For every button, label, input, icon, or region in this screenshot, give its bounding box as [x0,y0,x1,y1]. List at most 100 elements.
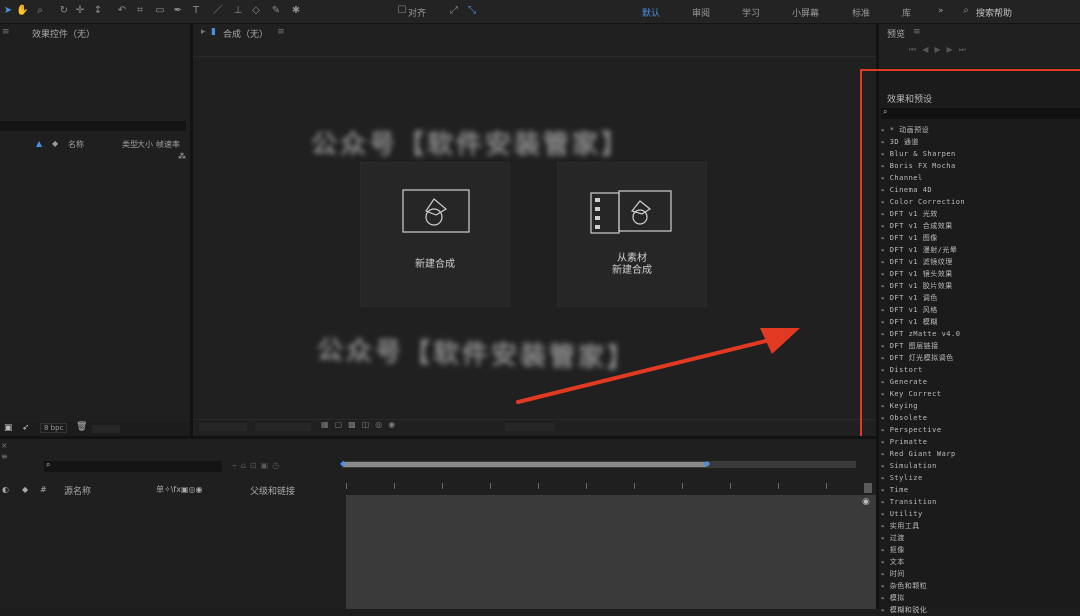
ruler-tick [634,483,635,489]
project-search-input[interactable] [0,121,186,131]
transparency-icon[interactable]: ▩ [348,420,356,429]
workspace-more[interactable]: » [938,6,944,16]
ruler-tick [682,483,683,489]
snap-checkbox-icon[interactable]: ☐ [396,5,408,17]
type-tool-icon[interactable]: T [190,5,202,17]
column-source-name[interactable]: 源名称 [64,484,91,497]
snapshot-icon[interactable]: ◎ [375,420,382,429]
project-panel: ≡ 效果控件（无） ▲ ◆ 名称 类型 大小 帧速率 ⁂ ▣ ➶ 8 bpc 🗑 [0,24,190,436]
ruler-tick [394,483,395,489]
snap-option-icon[interactable]: ⤢ [448,5,460,17]
bpc-button[interactable]: 8 bpc [40,423,68,433]
column-size[interactable]: 大小 [137,139,153,150]
zoom-tool-icon[interactable]: ⌕ [34,5,46,17]
column-parent-link[interactable]: 父级和链接 [250,484,295,497]
dolly-tool-icon[interactable]: ↕ [92,5,104,17]
annotation-arrow [516,328,800,404]
anchor-tool-icon[interactable]: ⌗ [134,5,146,17]
playback-controls[interactable]: ⏮◀▶▶⏭ [909,45,972,55]
puppet-tool-icon[interactable]: ✱ [290,5,302,17]
workspace-small-screen[interactable]: 小屏幕 [792,6,819,19]
work-area-bar[interactable]: ◆ ◆ [340,459,856,468]
clone-tool-icon[interactable]: ⊥ [232,5,244,17]
ruler-tick [538,483,539,489]
timeline-search-input[interactable]: ⌕ [44,460,222,472]
eraser-tool-icon[interactable]: ◇ [250,5,262,17]
snap-label: 对齐 [408,9,427,19]
pen-tool-icon[interactable]: ✒ [172,5,184,17]
ruler-tick [778,483,779,489]
footer-slider[interactable] [92,425,120,433]
viewer-buttons: ▦ ▢ ▩ ◫ ◎ ◉ [321,420,401,429]
rotate-tool-icon[interactable]: ↶ [116,5,128,17]
pan-tool-icon[interactable]: ✛ [74,5,86,17]
timeline-close-icon[interactable]: × [1,441,8,450]
magnification-dropdown[interactable] [199,423,247,431]
workspace-review[interactable]: 审阅 [692,6,710,19]
comp-viewer-top-border [193,56,876,57]
preview-tab[interactable]: 预览 [887,27,905,40]
time-ruler[interactable] [346,479,856,493]
delete-icon[interactable]: 🗑 [76,422,87,432]
mask-icon[interactable]: ▢ [335,420,343,429]
project-footer: ▣ ➶ 8 bpc 🗑 [0,422,190,436]
label-tag-icon: ◆ [52,139,59,148]
column-frame-rate[interactable]: 帧速率 [156,139,180,150]
workspace-default[interactable]: 默认 [642,6,660,19]
column-name[interactable]: 名称 [68,139,84,150]
ruler-tick [586,483,587,489]
roto-brush-icon[interactable]: ✎ [270,5,282,17]
ruler-tick [490,483,491,489]
search-help-field[interactable]: 搜索帮助 [976,6,1012,19]
work-area-range[interactable] [344,462,706,467]
av-switch-icon[interactable]: ◐ [2,485,9,494]
panel-menu-icon[interactable]: ≡ [2,27,10,37]
orbit-tool-icon[interactable]: ↻ [58,5,70,17]
comp-panel-menu-icon[interactable]: ≡ [277,27,285,37]
timeline-timecode-area[interactable]: ≡ [1,452,8,461]
selection-tool-icon[interactable]: ➤ [2,5,14,17]
view-dropdown[interactable] [505,423,555,431]
comp-lock-icon[interactable]: ▸ [201,27,206,37]
from-footage-label-line2: 新建合成 [612,265,652,276]
column-type[interactable]: 类型 [122,139,138,150]
new-folder-icon[interactable]: ➶ [22,423,30,433]
timeline-switch-icons[interactable]: ⌁⌂⊡▣◷ [232,461,283,470]
viewer-controls-bar: ▦ ▢ ▩ ◫ ◎ ◉ [193,419,876,433]
column-switches[interactable]: 单✧\fx▣◎◉ [156,484,202,495]
tools-toolbar: ➤ ✋ ⌕ ↻ ✛ ↕ ↶ ⌗ ▭ ✒ T ／ ⊥ ◇ ✎ ✱ ☐ 对齐 ⤢ ⤡… [0,0,1080,24]
interpret-footage-icon[interactable]: ▣ [4,423,13,433]
workspace-learn[interactable]: 学习 [742,6,760,19]
watermark-text-top: 公众号【软件安装管家】 [311,130,631,160]
new-comp-from-footage-card[interactable]: 从素材 新建合成 [557,162,707,307]
sort-up-icon[interactable]: ▲ [36,139,42,148]
resolution-dropdown[interactable] [255,423,311,431]
grid-icon[interactable]: ▦ [321,420,329,429]
flowchart-icon[interactable]: ⁂ [178,152,186,161]
rectangle-tool-icon[interactable]: ▭ [154,5,166,17]
preview-menu-icon[interactable]: ≡ [913,27,921,37]
label-icon[interactable]: ◆ [22,485,28,494]
timeline-scroll-handle[interactable] [864,483,872,493]
work-area-end-handle[interactable]: ◆ [704,459,710,468]
layer-number-icon: # [40,485,47,494]
timeline-panel: × ≡ ⌕ ⌁⌂⊡▣◷ ◆ ◆ ◐ ◆ # 源名称 单✧\fx▣◎◉ 父级和链接… [0,439,876,609]
new-composition-card[interactable]: 新建合成 [360,162,510,307]
zoom-slider-icon[interactable]: ◉ [862,497,870,507]
workspace-standard[interactable]: 标准 [852,6,870,19]
hand-tool-icon[interactable]: ✋ [16,5,28,17]
composition-tab[interactable]: 合成（无） [223,27,268,40]
camera-icon[interactable]: ◉ [388,420,395,429]
snap-option2-icon[interactable]: ⤡ [466,5,478,17]
work-area-start-handle[interactable]: ◆ [340,459,346,468]
timeline-track-area[interactable] [346,495,876,609]
effect-controls-tab[interactable]: 效果控件（无） [32,27,95,40]
ruler-tick [442,483,443,489]
brush-tool-icon[interactable]: ／ [212,5,224,17]
preview-panel: 预览 ≡ ⏮◀▶▶⏭ [879,24,1080,68]
region-icon[interactable]: ◫ [362,420,370,429]
highlight-box [860,69,1080,609]
footage-comp-icon [590,190,672,234]
comp-lock-icon2[interactable]: ▮ [211,27,216,37]
workspace-library[interactable]: 库 [902,6,911,19]
